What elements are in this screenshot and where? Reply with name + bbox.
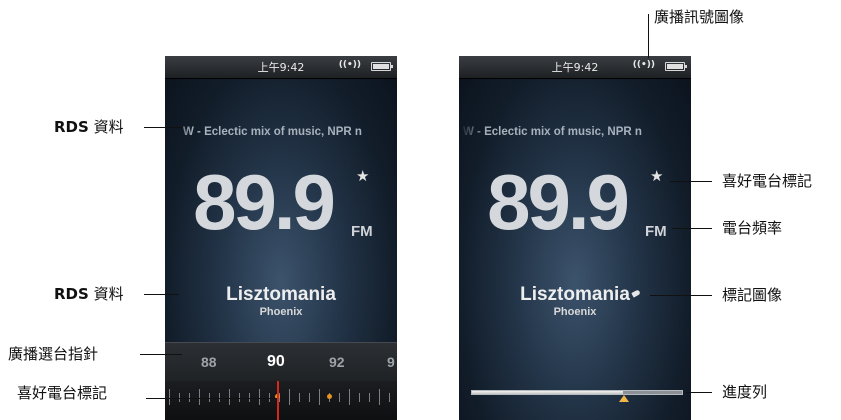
callout-favorite-marker: 喜好電台標記	[17, 384, 108, 402]
leader-line	[146, 398, 277, 399]
frequency-reflection: 89.9	[465, 190, 649, 234]
radio-signal-icon: ((•))	[632, 60, 655, 70]
leader-line	[686, 392, 712, 393]
tuner-number: 92	[329, 354, 345, 370]
tuner-tick	[229, 389, 230, 405]
tuner-tick	[369, 393, 370, 402]
leader-line	[670, 181, 712, 182]
tuner-tick	[169, 389, 170, 405]
status-time: 上午9:42	[551, 61, 599, 74]
tuner-number-active: 90	[267, 353, 285, 370]
rds-text: W - Eclectic mix of music, NPR n	[165, 126, 397, 142]
favorite-star-icon[interactable]: ★	[650, 169, 663, 184]
band-label: FM	[645, 223, 667, 240]
callout-progress-bar: 進度列	[722, 383, 768, 401]
song-artist: Phoenix	[259, 306, 303, 318]
status-bar: 上午9:42 ((•))	[459, 56, 691, 79]
rds-text-label: W - Eclectic mix of music, NPR n	[183, 126, 362, 138]
tuner-scale	[165, 381, 397, 420]
status-time: 上午9:42	[257, 61, 305, 74]
rds-text-label: W - Eclectic mix of music, NPR n	[463, 126, 642, 138]
song-title: Lisztomania	[226, 284, 336, 305]
leader-line	[650, 295, 712, 296]
leader-line	[672, 228, 712, 229]
favorite-star-icon[interactable]: ★	[356, 169, 369, 184]
tuner-tick	[379, 389, 380, 405]
leader-line	[140, 354, 182, 355]
band-label: FM	[351, 223, 373, 240]
rds-text: W - Eclectic mix of music, NPR n	[459, 126, 691, 142]
tuner-tick	[359, 393, 360, 402]
callout-favorite-marker: 喜好電台標記	[722, 172, 813, 190]
progress-bar[interactable]	[471, 390, 683, 395]
battery-icon	[371, 62, 393, 71]
callout-rds-top: RDS 資料	[54, 118, 124, 136]
progress-thumb[interactable]	[618, 395, 629, 402]
callout-rds-bottom: RDS 資料	[54, 285, 124, 303]
tuner-tick	[309, 393, 310, 402]
callout-tuning-needle: 廣播選台指針	[8, 345, 99, 363]
tuning-needle[interactable]	[277, 381, 279, 420]
callout-signal-icon: 廣播訊號圖像	[654, 8, 745, 26]
radio-signal-icon: ((•))	[338, 60, 361, 70]
progress-fill	[472, 391, 624, 394]
radio-screen-left: 上午9:42 ((•)) W - Eclectic mix of music, …	[165, 56, 397, 420]
battery-icon	[665, 62, 687, 71]
tuner-tick	[349, 389, 350, 405]
leader-line	[144, 294, 179, 295]
callout-tag-icon: 標記圖像	[722, 286, 783, 304]
frequency-reflection: 89.9	[171, 190, 355, 234]
tuner-tick	[389, 393, 390, 402]
tuner-dial[interactable]: 88 90 92 9	[165, 342, 397, 420]
song-artist: Phoenix	[553, 306, 597, 318]
callout-station-frequency: 電台頻率	[722, 219, 783, 237]
tuner-number: 9	[387, 354, 395, 370]
tuner-tick	[339, 393, 340, 402]
tuner-tick	[319, 389, 320, 405]
leader-line	[648, 14, 649, 58]
radio-screen-right: 上午9:42 ((•)) W - Eclectic mix of music, …	[459, 56, 691, 420]
tuner-tick	[199, 389, 200, 405]
tuner-tick	[259, 389, 260, 405]
status-bar: 上午9:42 ((•))	[165, 56, 397, 79]
tuner-tick	[289, 389, 290, 405]
leader-line	[144, 127, 182, 128]
tuner-tick	[299, 393, 300, 402]
tuner-number: 88	[201, 354, 217, 370]
favorite-station-marker	[327, 394, 332, 399]
